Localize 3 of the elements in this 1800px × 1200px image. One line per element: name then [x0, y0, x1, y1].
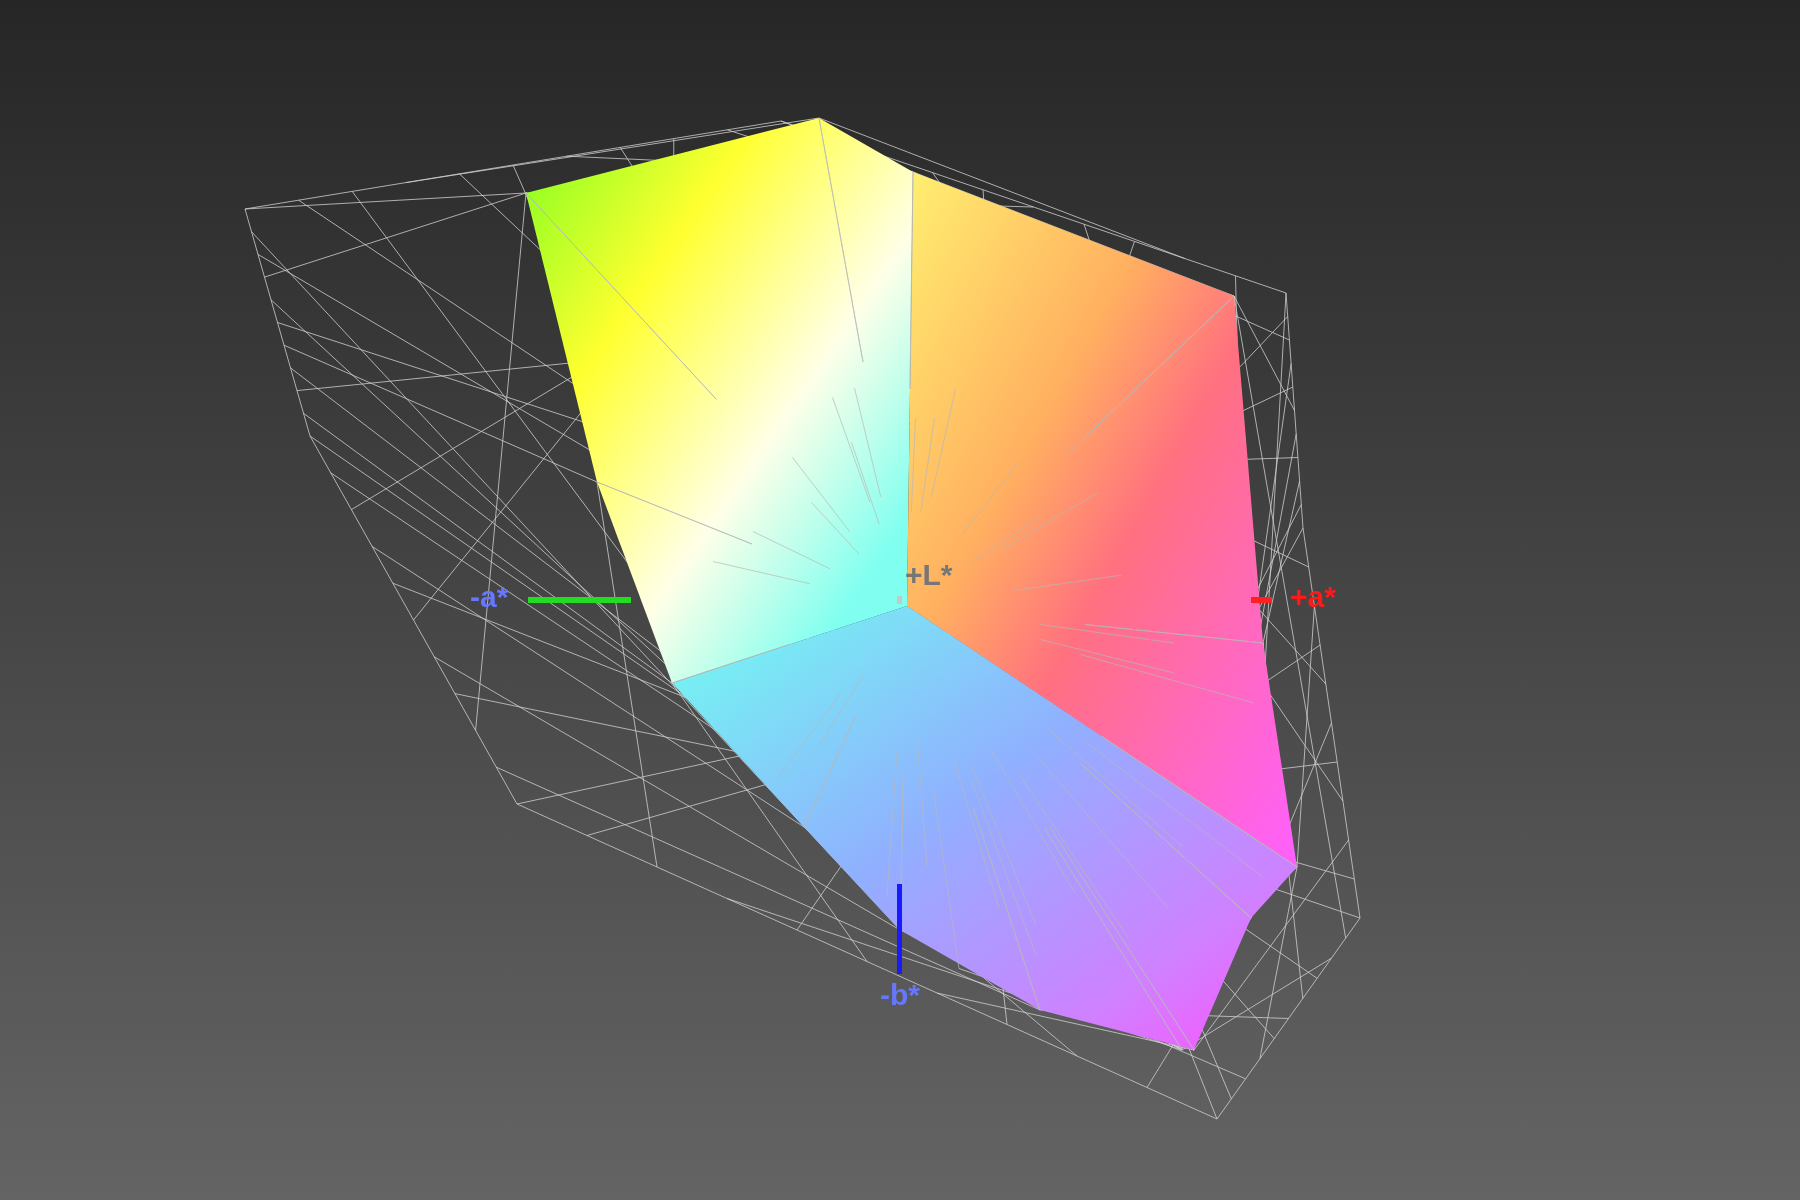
axis-label: -b*	[880, 980, 920, 1010]
axis-label: +a*	[1290, 582, 1336, 612]
axis-label: -a*	[470, 582, 509, 612]
